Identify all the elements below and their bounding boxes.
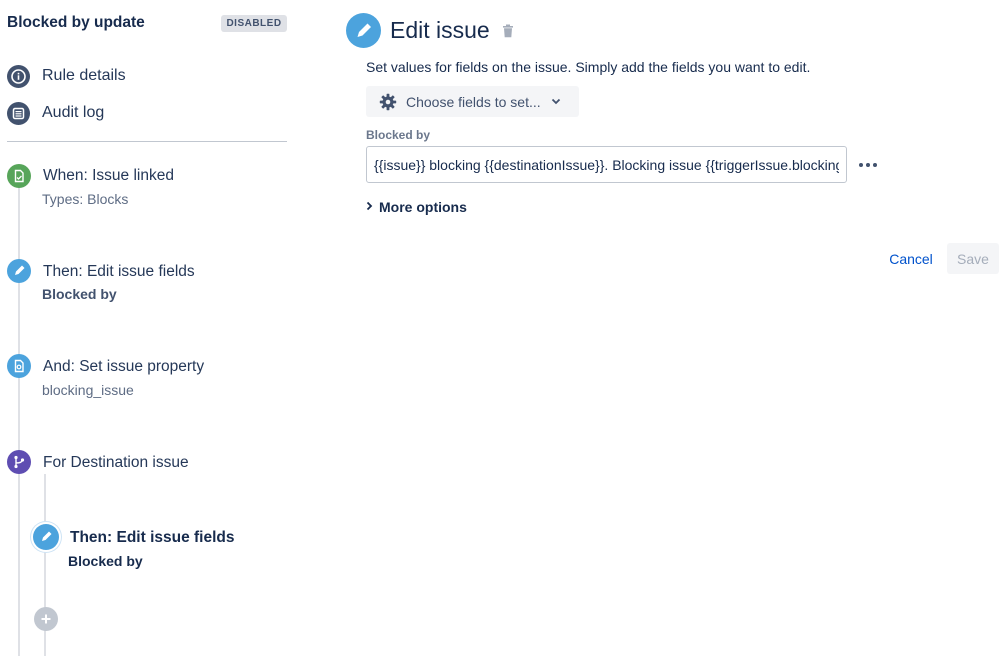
sidebar-divider — [7, 141, 287, 142]
step-title: And: Set issue property — [43, 358, 205, 375]
blocked-by-field-input[interactable] — [366, 146, 847, 183]
step-title: Then: Edit issue fields — [70, 529, 235, 546]
nav-rule-details[interactable]: Rule details — [7, 63, 126, 89]
pencil-icon — [33, 524, 59, 550]
editor-title: Edit issue — [390, 17, 490, 43]
step-subtitle: blocking_issue — [42, 382, 134, 398]
pencil-icon — [346, 13, 381, 48]
list-icon — [7, 101, 30, 125]
step-subtitle: Types: Blocks — [42, 191, 129, 207]
rule-sidebar: Blocked by update DISABLED Rule details … — [0, 0, 300, 656]
gear-icon — [379, 93, 397, 111]
more-options-label: More options — [379, 199, 467, 215]
step-trigger-issue-linked[interactable]: When: Issue linked Types: Blocks — [0, 162, 290, 222]
choose-fields-button[interactable]: Choose fields to set... — [366, 86, 579, 117]
editor-header: Edit issue — [346, 13, 514, 48]
step-edit-issue-fields[interactable]: Then: Edit issue fields Blocked by — [0, 258, 290, 318]
add-step-button[interactable] — [34, 607, 58, 631]
editor-description: Set values for fields on the issue. Simp… — [366, 59, 811, 75]
document-trigger-icon — [7, 164, 31, 188]
step-title: Then: Edit issue fields — [43, 263, 195, 280]
step-branch-destination-issue[interactable]: For Destination issue — [0, 449, 290, 479]
save-button[interactable]: Save — [947, 243, 999, 274]
step-edit-issue-fields-selected[interactable]: Then: Edit issue fields Blocked by — [0, 523, 290, 578]
pencil-icon — [7, 259, 31, 283]
rule-title: Blocked by update — [7, 14, 145, 31]
chevron-right-icon — [366, 200, 373, 214]
choose-fields-label: Choose fields to set... — [406, 93, 541, 110]
property-icon — [7, 354, 31, 378]
nav-audit-log-label: Audit log — [42, 104, 105, 121]
nav-audit-log[interactable]: Audit log — [7, 100, 104, 126]
step-title: When: Issue linked — [43, 167, 174, 184]
chevron-down-icon — [551, 98, 561, 105]
more-actions-icon[interactable] — [856, 155, 880, 175]
step-subtitle: Blocked by — [68, 553, 143, 569]
blocked-by-field-label: Blocked by — [366, 128, 431, 142]
trash-icon[interactable] — [502, 24, 514, 38]
info-icon — [7, 64, 30, 88]
branch-icon — [7, 450, 31, 474]
status-badge: DISABLED — [221, 15, 287, 32]
step-subtitle: Blocked by — [42, 286, 117, 302]
cancel-button[interactable]: Cancel — [878, 244, 944, 274]
step-title: For Destination issue — [43, 454, 189, 471]
step-set-issue-property[interactable]: And: Set issue property blocking_issue — [0, 353, 290, 413]
nav-rule-details-label: Rule details — [42, 67, 126, 84]
more-options-toggle[interactable]: More options — [366, 199, 467, 215]
timeline-line — [18, 176, 20, 656]
plus-icon — [40, 613, 52, 625]
